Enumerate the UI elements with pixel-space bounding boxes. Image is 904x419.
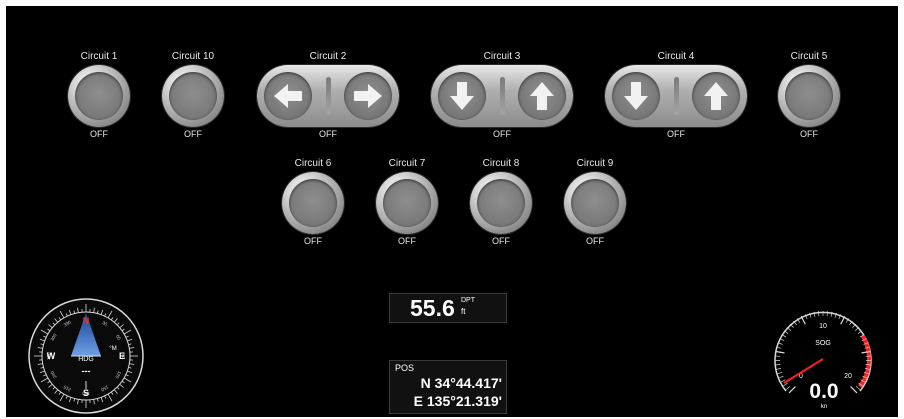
sog-tick (840, 315, 846, 325)
compass-north-label: N (83, 316, 90, 326)
compass-gauge: 0306090120150180210240270300330 N S W E … (25, 297, 147, 415)
sog-value: 0.0 (809, 380, 838, 403)
compass-mode-label: °M (109, 346, 116, 352)
circuit-10-button[interactable] (162, 65, 224, 127)
sog-dial: SOG 0 10 20 0.0 kn (774, 311, 872, 410)
compass-east-label: E (119, 351, 125, 361)
circuit-1-button[interactable] (68, 65, 130, 127)
position-latitude: N 34°44.417' (420, 375, 502, 391)
circuit-6-control[interactable]: Circuit 6 OFF (278, 158, 348, 247)
circuit-7-control[interactable]: Circuit 7 OFF (372, 158, 442, 247)
arrow-up-icon (704, 82, 728, 110)
circuit-4-control[interactable]: Circuit 4 OFF (603, 51, 749, 140)
circuit-4-down-button[interactable] (612, 72, 660, 120)
circuit-1-state: OFF (90, 129, 108, 139)
circuit-3-control[interactable]: Circuit 3 OFF (429, 51, 575, 140)
sog-tick (788, 386, 796, 394)
circuit-3-state: OFF (493, 129, 511, 139)
compass-west-label: W (47, 351, 56, 361)
circuit-7-label: Circuit 7 (388, 158, 426, 169)
circuit-2-label: Circuit 2 (309, 51, 347, 62)
compass-dial: 0306090120150180210240270300330 N S W E … (28, 298, 144, 414)
circuit-4-rocker (605, 65, 747, 127)
circuit-9-control[interactable]: Circuit 9 OFF (560, 158, 630, 247)
circuit-10-control[interactable]: Circuit 10 OFF (158, 51, 228, 140)
arrow-down-icon (624, 82, 648, 110)
circuit-8-label: Circuit 8 (482, 158, 520, 169)
circuit-9-label: Circuit 9 (576, 158, 614, 169)
position-longitude: E 135°21.319' (413, 393, 502, 409)
circuit-8-control[interactable]: Circuit 8 OFF (466, 158, 536, 247)
circuit-5-button[interactable] (778, 65, 840, 127)
compass-hdg-label: HDG (78, 356, 94, 363)
circuit-9-state: OFF (586, 236, 604, 246)
sog-tick (800, 315, 806, 325)
sog-tick (775, 364, 781, 366)
circuit-4-state: OFF (667, 129, 685, 139)
sog-tick (783, 382, 788, 387)
circuit-4-label: Circuit 4 (657, 51, 695, 62)
depth-unit: ft (461, 307, 466, 316)
sog-gauge: SOG 0 10 20 0.0 kn (764, 297, 882, 415)
circuit-2-control[interactable]: Circuit 2 OFF (255, 51, 401, 140)
circuit-8-button[interactable] (470, 172, 532, 234)
circuit-7-state: OFF (398, 236, 416, 246)
circuit-5-label: Circuit 5 (790, 51, 828, 62)
circuit-3-rocker (431, 65, 573, 127)
sog-tick (785, 386, 791, 390)
arrow-up-icon (530, 82, 554, 110)
circuit-6-state: OFF (304, 236, 322, 246)
depth-value: 55.6 (410, 295, 455, 321)
circuit-2-state: OFF (319, 129, 337, 139)
circuit-10-label: Circuit 10 (171, 51, 215, 62)
circuit-5-control[interactable]: Circuit 5 OFF (774, 51, 844, 140)
circuit-3-down-button[interactable] (438, 72, 486, 120)
sog-label: SOG (815, 340, 831, 347)
arrow-left-icon (274, 84, 302, 108)
compass-hdg-value: --- (82, 366, 91, 376)
circuit-8-state: OFF (492, 236, 510, 246)
circuit-2-rocker (257, 65, 399, 127)
circuit-1-label: Circuit 1 (80, 51, 118, 62)
position-label: POS (395, 363, 415, 373)
sog-tick (776, 368, 782, 370)
circuit-1-control[interactable]: Circuit 1 OFF (64, 51, 134, 140)
sog-tick (850, 386, 858, 394)
sog-tick (778, 375, 784, 379)
circuit-3-up-button[interactable] (518, 72, 566, 120)
compass-south-label: S (83, 388, 89, 398)
sog-unit: kn (821, 404, 827, 410)
sog-scale-10: 10 (819, 323, 827, 330)
sog-tick (855, 386, 861, 390)
circuit-3-label: Circuit 3 (483, 51, 521, 62)
switch-panel-screen: Circuit 1 OFF Circuit 10 OFF Circuit 2 O… (6, 6, 898, 417)
sog-tick (775, 350, 785, 354)
depth-label: DPT (461, 297, 475, 304)
circuit-5-state: OFF (800, 129, 818, 139)
arrow-right-icon (354, 84, 382, 108)
depth-panel: 55.6 DPT ft (389, 293, 507, 323)
circuit-6-button[interactable] (282, 172, 344, 234)
circuit-2-right-button[interactable] (344, 72, 392, 120)
circuit-6-label: Circuit 6 (294, 158, 332, 169)
circuit-10-state: OFF (184, 129, 202, 139)
circuit-2-left-button[interactable] (264, 72, 312, 120)
arrow-down-icon (450, 82, 474, 110)
position-panel: POS N 34°44.417' E 135°21.319' (389, 360, 507, 414)
sog-tick (777, 371, 783, 375)
circuit-4-up-button[interactable] (692, 72, 740, 120)
circuit-7-button[interactable] (376, 172, 438, 234)
sog-scale-20: 20 (844, 373, 852, 380)
circuit-9-button[interactable] (564, 172, 626, 234)
